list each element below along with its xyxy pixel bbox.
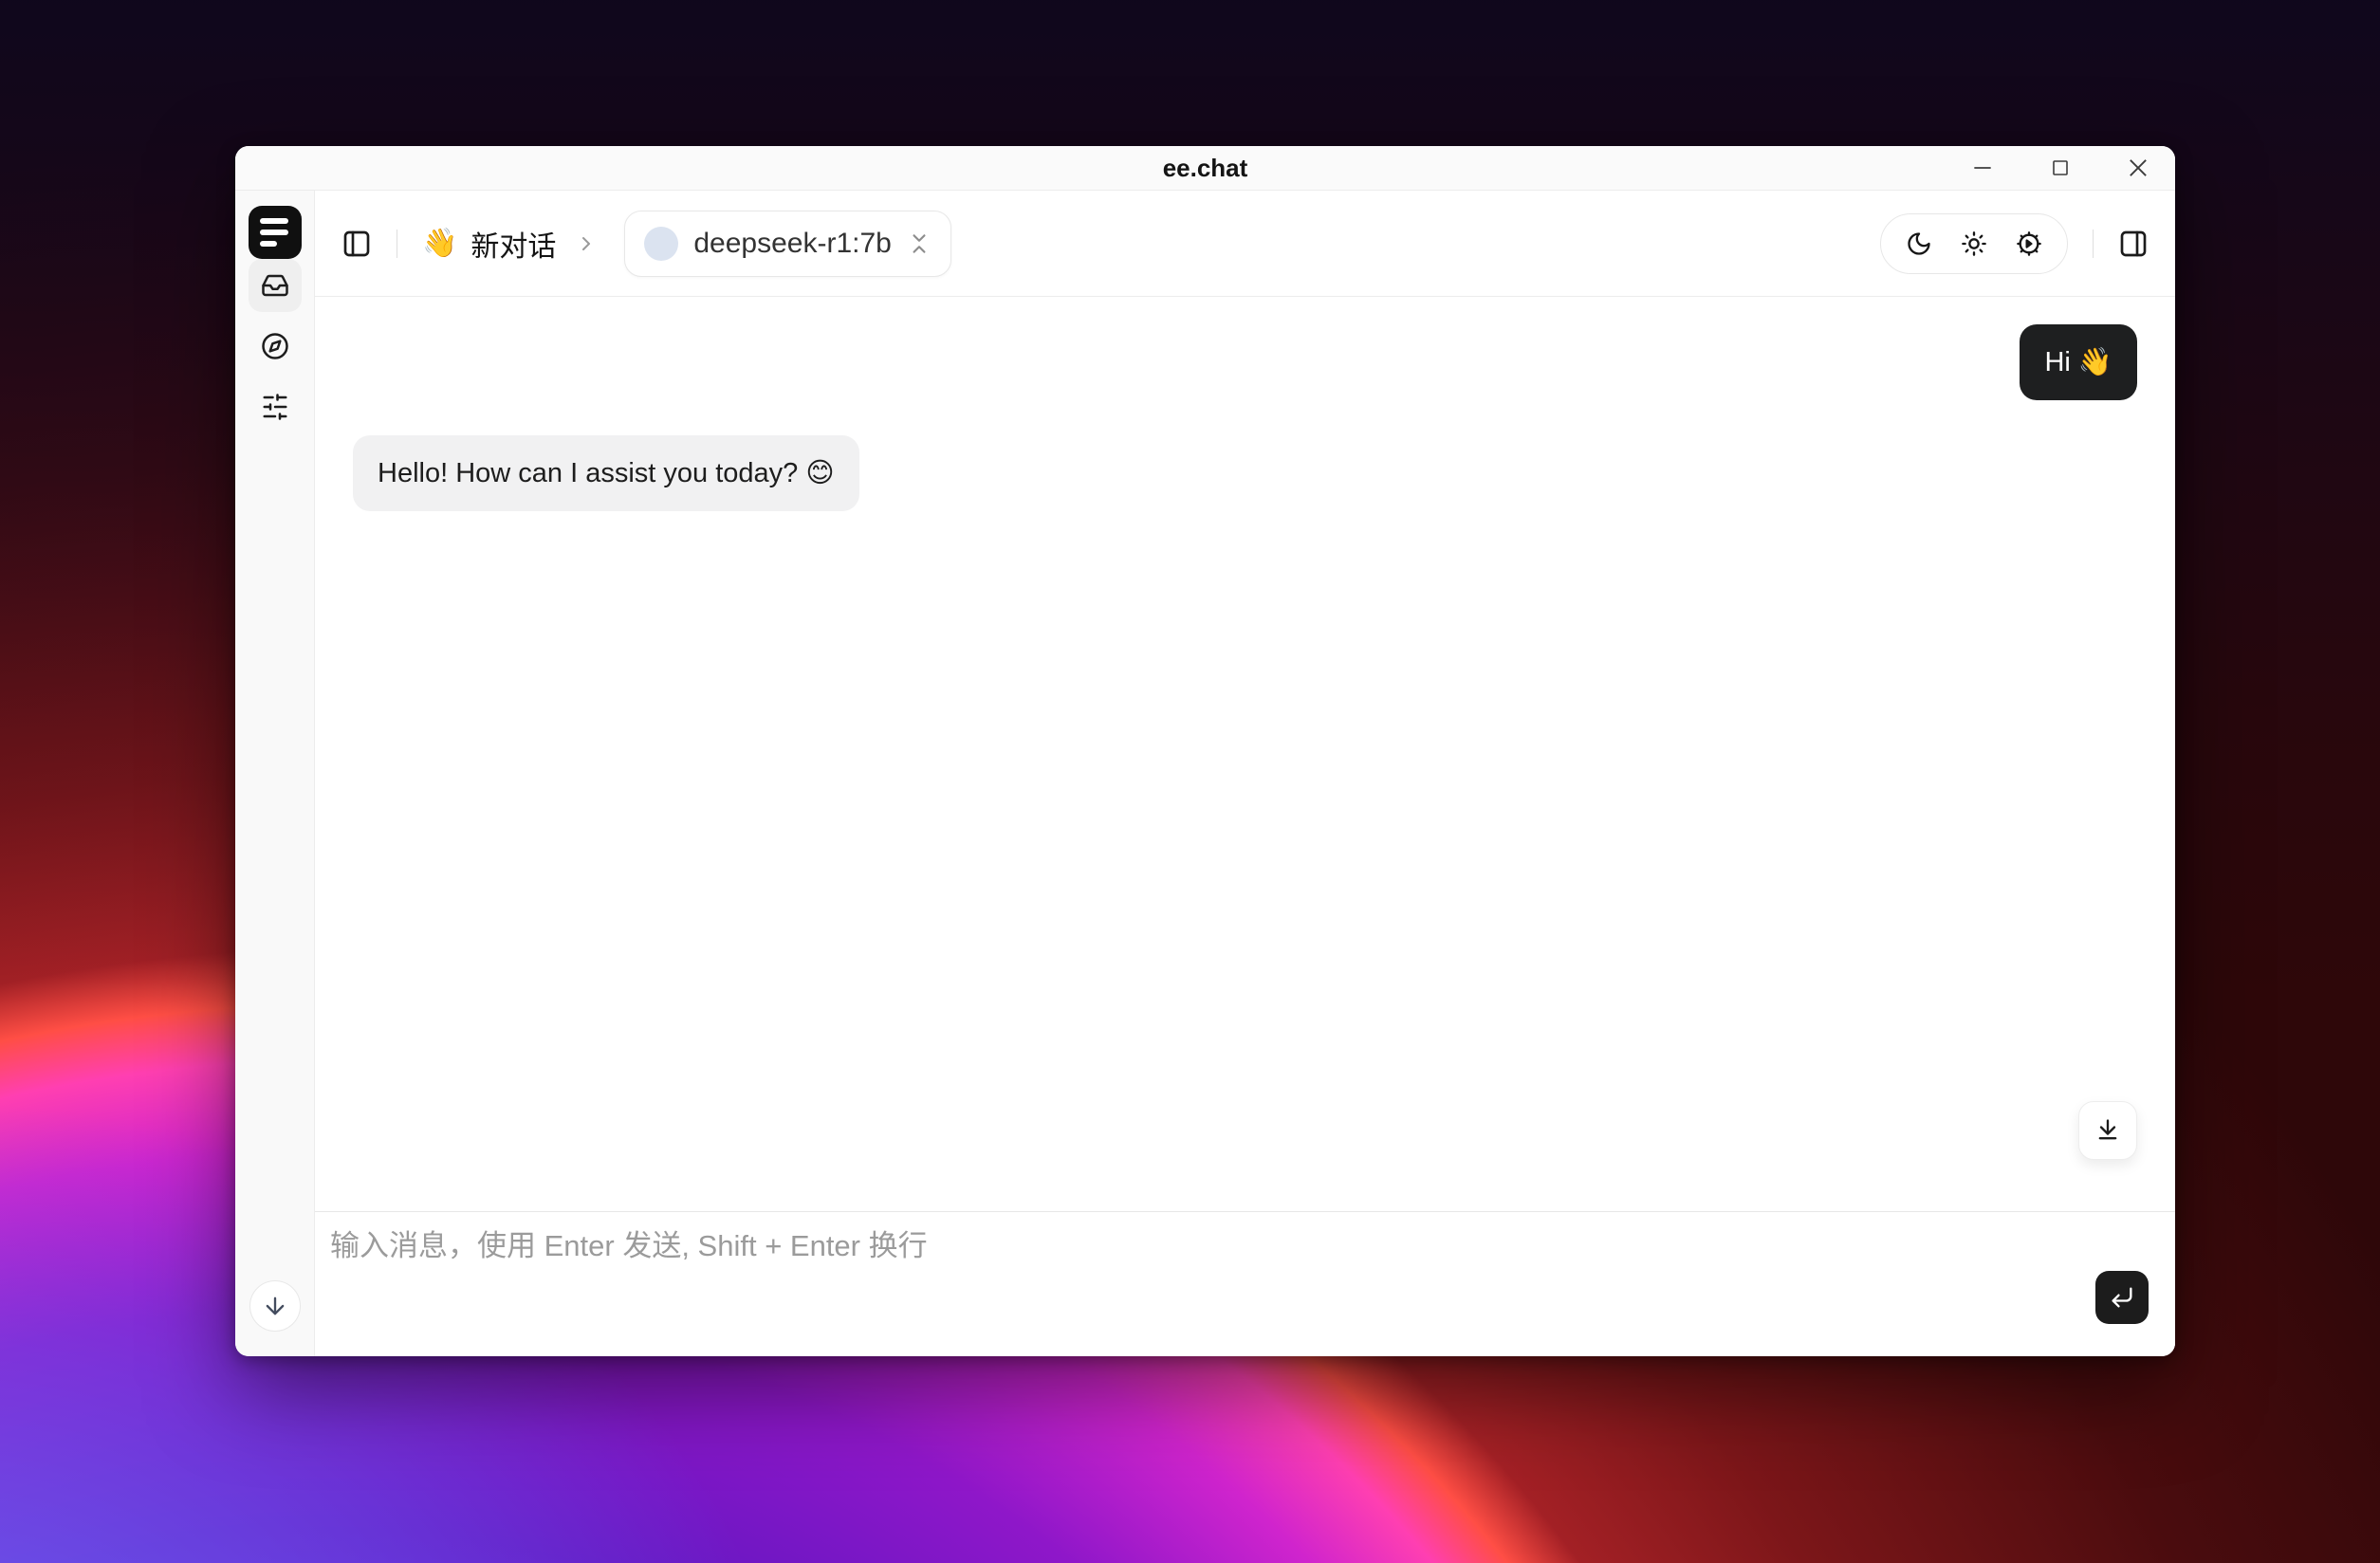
toggle-sidebar-button[interactable]: [341, 229, 372, 259]
maximize-button[interactable]: [2046, 154, 2075, 182]
light-theme-button[interactable]: [1961, 230, 1987, 257]
user-message-bubble: Hi 👋: [2020, 324, 2137, 400]
panel-right-icon: [2118, 229, 2149, 259]
maximize-icon: [2049, 156, 2072, 179]
main-panel: 👋 新对话 deepseek-r1:7b: [315, 191, 2175, 1356]
sidebar-item-inbox[interactable]: [249, 259, 302, 312]
toggle-right-panel-button[interactable]: [2118, 229, 2149, 259]
chat-header: 👋 新对话 deepseek-r1:7b: [315, 191, 2175, 297]
gear-icon: [2016, 230, 2042, 257]
model-selector[interactable]: deepseek-r1:7b: [624, 211, 950, 277]
update-button[interactable]: [249, 1280, 301, 1332]
app-logo[interactable]: [249, 206, 302, 259]
assistant-message-bubble: Hello! How can I assist you today? 😊: [353, 435, 859, 511]
conversation-title: 新对话: [470, 223, 556, 265]
message-row-assistant: Hello! How can I assist you today? 😊: [353, 435, 2137, 511]
arrow-down-to-line-icon: [2094, 1117, 2121, 1144]
dark-theme-button[interactable]: [1906, 230, 1932, 257]
model-name: deepseek-r1:7b: [693, 228, 891, 260]
sidebar-item-discover[interactable]: [249, 320, 302, 373]
panel-left-icon: [341, 229, 372, 259]
auto-theme-button[interactable]: [2016, 230, 2042, 257]
close-icon: [2125, 155, 2151, 181]
collapse-icon[interactable]: [907, 231, 932, 256]
minimize-button[interactable]: [1968, 154, 1997, 182]
compass-icon: [261, 332, 289, 360]
sidebar-item-settings[interactable]: [249, 380, 302, 433]
wave-emoji: 👋: [422, 227, 457, 260]
arrow-down-icon: [262, 1293, 288, 1319]
desktop-wallpaper: { "titlebar": { "title": "ee.chat" }, "s…: [0, 0, 2380, 1563]
message-row-user: Hi 👋: [353, 324, 2137, 400]
message-list: Hi 👋 Hello! How can I assist you today? …: [315, 297, 2175, 1211]
close-button[interactable]: [2124, 154, 2152, 182]
moon-icon: [1906, 230, 1932, 257]
sun-icon: [1961, 230, 1987, 257]
scroll-to-bottom-button[interactable]: [2078, 1101, 2137, 1160]
header-divider-2: [2093, 230, 2094, 258]
theme-switcher: [1880, 213, 2068, 274]
titlebar: ee.chat: [235, 146, 2175, 191]
model-avatar: [644, 227, 678, 261]
window-controls: [1968, 146, 2152, 190]
inbox-icon: [261, 271, 289, 300]
window-title: ee.chat: [235, 146, 2175, 190]
sidebar: [235, 191, 315, 1356]
minimize-icon: [1970, 156, 1995, 180]
app-window: ee.chat: [235, 146, 2175, 1356]
composer: [315, 1211, 2175, 1356]
breadcrumb[interactable]: 👋 新对话: [422, 223, 556, 265]
sliders-icon: [261, 393, 289, 421]
send-button[interactable]: [2095, 1271, 2149, 1324]
chevron-right-icon: [575, 232, 598, 255]
enter-arrow-icon: [2109, 1284, 2135, 1311]
message-input[interactable]: [330, 1227, 2071, 1341]
